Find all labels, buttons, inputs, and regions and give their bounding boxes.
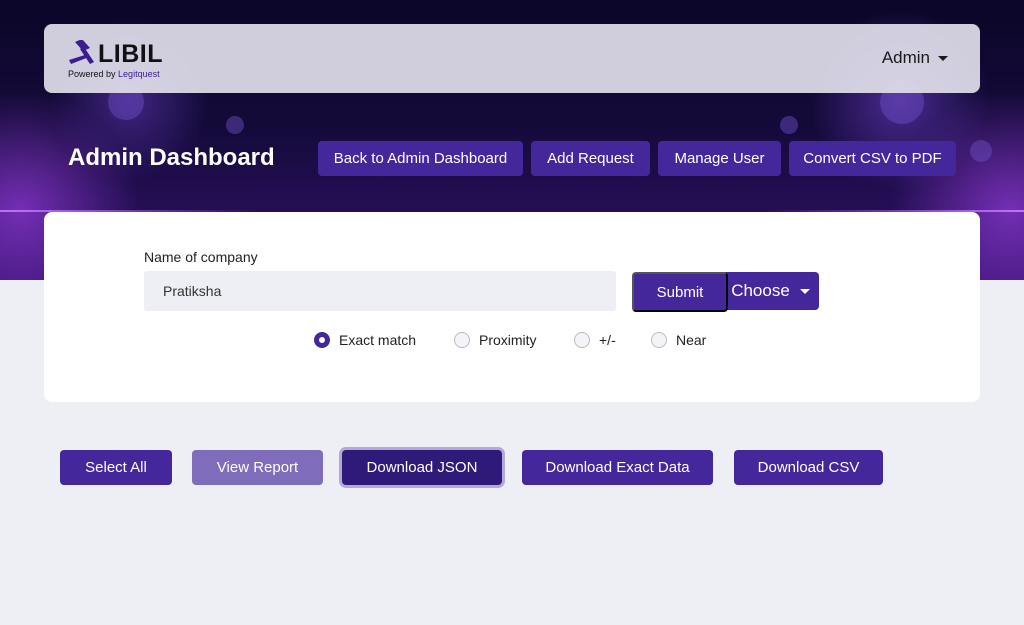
add-request-button[interactable]: Add Request bbox=[531, 141, 650, 176]
radio-plus-minus[interactable]: +/- bbox=[574, 332, 616, 348]
radio-unchecked-icon bbox=[574, 332, 590, 348]
download-csv-button[interactable]: Download CSV bbox=[734, 450, 883, 485]
powered-by-brand: Legitquest bbox=[118, 69, 160, 79]
chevron-down-icon bbox=[799, 288, 810, 294]
choose-label: Choose bbox=[731, 281, 790, 300]
logo-text: LIBIL bbox=[98, 40, 163, 68]
download-exact-data-button[interactable]: Download Exact Data bbox=[522, 450, 713, 485]
powered-by-prefix: Powered by bbox=[68, 69, 116, 79]
radio-label: Near bbox=[676, 332, 707, 348]
radio-unchecked-icon bbox=[651, 332, 667, 348]
page-title: Admin Dashboard bbox=[68, 144, 275, 171]
powered-by: Powered by Legitquest bbox=[68, 69, 160, 79]
radio-proximity[interactable]: Proximity bbox=[454, 332, 537, 348]
top-navbar: LIBIL Powered by Legitquest Admin bbox=[44, 24, 980, 93]
manage-user-button[interactable]: Manage User bbox=[658, 141, 781, 176]
radio-label: Proximity bbox=[479, 332, 537, 348]
choose-dropdown[interactable]: Choose bbox=[722, 272, 819, 310]
download-json-button[interactable]: Download JSON bbox=[342, 450, 502, 485]
company-name-input[interactable]: Pratiksha bbox=[144, 271, 616, 311]
back-to-admin-dashboard-button[interactable]: Back to Admin Dashboard bbox=[318, 141, 523, 176]
search-card: Name of company Pratiksha Submit Choose … bbox=[44, 212, 980, 402]
select-all-button[interactable]: Select All bbox=[60, 450, 172, 485]
decorative-dot bbox=[970, 140, 992, 162]
convert-csv-to-pdf-button[interactable]: Convert CSV to PDF bbox=[789, 141, 956, 176]
admin-menu-label: Admin bbox=[881, 48, 930, 67]
decorative-dot bbox=[780, 116, 798, 134]
libil-logo[interactable]: LIBIL Powered by Legitquest bbox=[68, 40, 208, 80]
chevron-down-icon bbox=[938, 55, 948, 61]
company-name-label: Name of company bbox=[144, 249, 258, 265]
radio-near[interactable]: Near bbox=[651, 332, 706, 348]
submit-button[interactable]: Submit bbox=[632, 272, 728, 312]
gavel-icon bbox=[69, 40, 94, 64]
radio-checked-icon bbox=[314, 332, 330, 348]
radio-label: Exact match bbox=[339, 332, 417, 348]
admin-user-menu[interactable]: Admin bbox=[882, 48, 948, 68]
decorative-dot bbox=[226, 116, 244, 134]
radio-exact-match[interactable]: Exact match bbox=[314, 332, 416, 348]
radio-label: +/- bbox=[599, 332, 616, 348]
view-report-button[interactable]: View Report bbox=[192, 450, 323, 485]
radio-unchecked-icon bbox=[454, 332, 470, 348]
